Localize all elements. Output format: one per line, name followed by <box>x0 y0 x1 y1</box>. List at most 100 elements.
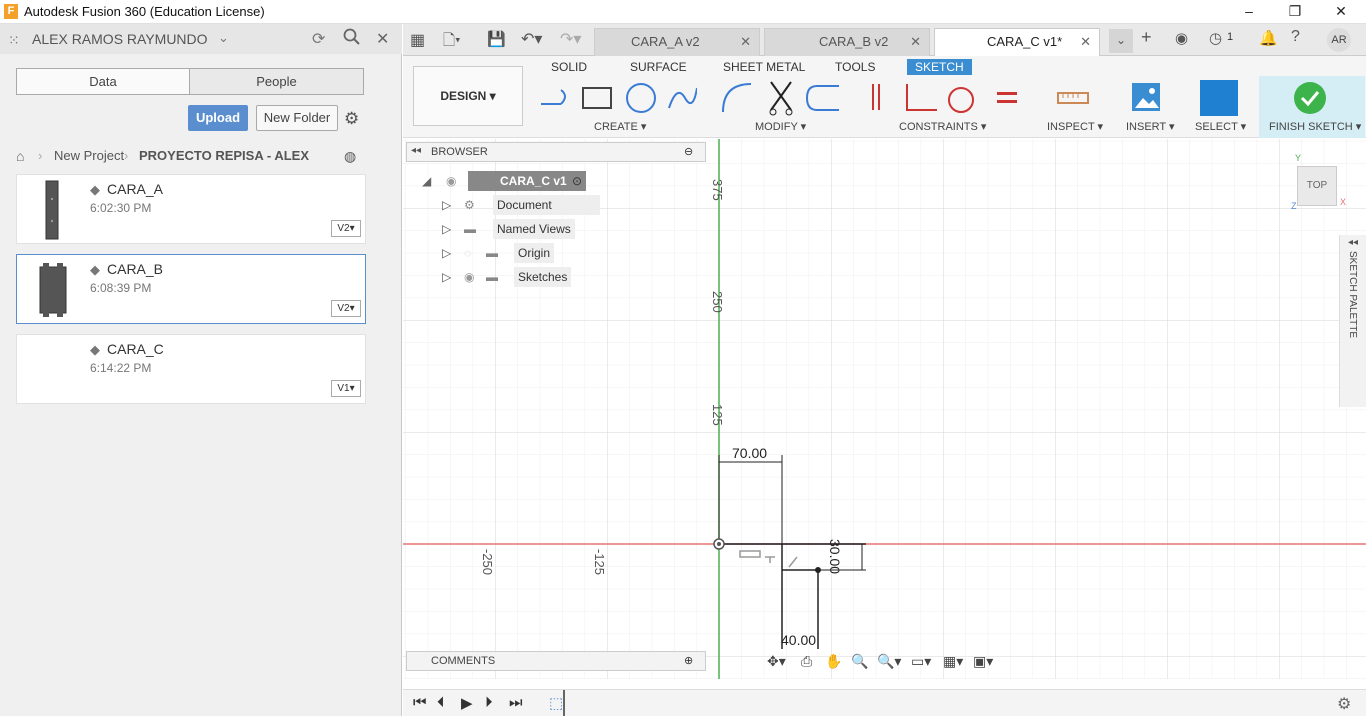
globe-icon[interactable]: ◍ <box>344 148 356 165</box>
viewports-icon[interactable]: ▣▾ <box>973 653 993 670</box>
sketch-feature-icon[interactable]: ⬚ <box>549 694 563 712</box>
tree-expand-icon[interactable]: ▷ <box>442 243 451 263</box>
workspace-switcher[interactable]: DESIGN ▾ <box>413 66 523 126</box>
gear-icon[interactable]: ⚙ <box>344 109 359 129</box>
minimize-button[interactable]: – <box>1226 0 1272 24</box>
grid-settings-icon[interactable]: ▦▾ <box>943 653 963 670</box>
timeline-marker[interactable] <box>563 690 571 716</box>
avatar[interactable]: AR <box>1327 28 1351 52</box>
tab-people[interactable]: People <box>189 68 364 95</box>
user-name[interactable]: ALEX RAMOS RAYMUNDO <box>32 31 208 47</box>
insert-image-icon[interactable] <box>1131 82 1161 112</box>
tree-expand-icon[interactable]: ▷ <box>442 267 451 287</box>
save-icon[interactable]: 💾 <box>487 30 506 48</box>
activate-component-icon[interactable]: ⊙ <box>572 171 582 191</box>
new-tab-icon[interactable]: + <box>1141 27 1152 48</box>
zoom-icon[interactable]: 🔍 <box>851 653 868 670</box>
tree-collapse-icon[interactable]: ◢ <box>422 171 431 191</box>
viewcube[interactable]: TOP <box>1297 166 1337 206</box>
constraint-tools-icons[interactable] <box>865 80 1025 116</box>
file-card-cara-a[interactable]: ◆ CARA_A 6:02:30 PM V2▾ <box>16 174 366 244</box>
add-comment-icon[interactable]: ⊕ <box>684 654 693 667</box>
display-settings-icon[interactable]: ▭▾ <box>911 653 931 670</box>
zoom-window-icon[interactable]: 🔍▾ <box>877 653 901 670</box>
tab-sketch[interactable]: SKETCH <box>907 59 972 75</box>
help-icon[interactable]: ? <box>1291 28 1300 46</box>
apps-grid-icon[interactable]: ⁙ <box>8 32 20 49</box>
modify-tools-icons[interactable] <box>721 80 845 116</box>
tree-expand-icon[interactable]: ▷ <box>442 219 451 239</box>
tree-root-cara-c[interactable]: CARA_C v1 <box>468 171 586 191</box>
select-tool-icon[interactable] <box>1200 80 1238 116</box>
tab-cara-a[interactable]: CARA_A v2 ✕ <box>594 28 760 56</box>
dimension-30[interactable]: 30.00 <box>827 539 843 574</box>
tab-surface[interactable]: SURFACE <box>630 59 687 75</box>
orbit-icon[interactable]: ✥▾ <box>767 653 786 670</box>
version-dropdown[interactable]: V2▾ <box>331 300 361 317</box>
measure-icon[interactable] <box>1057 88 1089 108</box>
version-dropdown[interactable]: V1▾ <box>331 380 361 397</box>
restore-button[interactable]: ❐ <box>1272 0 1318 24</box>
refresh-icon[interactable]: ⟳ <box>312 29 325 49</box>
tree-item-document-settings[interactable]: Document Settings <box>493 195 600 232</box>
hidden-eye-icon[interactable]: ◌ <box>464 243 471 263</box>
create-tools-icons[interactable] <box>537 82 697 114</box>
breadcrumb-folder[interactable]: PROYECTO REPISA - ALEX <box>139 148 309 163</box>
upload-button[interactable]: Upload <box>188 105 248 131</box>
modify-menu[interactable]: MODIFY ▾ <box>755 120 806 133</box>
tree-item-sketches[interactable]: Sketches <box>514 267 572 287</box>
tab-cara-b[interactable]: CARA_B v2 ✕ <box>764 28 930 56</box>
close-tab-icon[interactable]: ✕ <box>910 29 921 55</box>
notifications-icon[interactable]: 🔔 <box>1259 29 1278 47</box>
look-at-icon[interactable]: ⎙ <box>801 653 812 670</box>
tree-expand-icon[interactable]: ▷ <box>442 195 451 215</box>
close-button[interactable]: ✕ <box>1318 0 1364 24</box>
breadcrumb-project[interactable]: New Project <box>54 148 124 163</box>
play-icon[interactable]: ▶ <box>461 694 473 712</box>
close-tab-icon[interactable]: ✕ <box>1080 29 1091 55</box>
go-to-end-icon[interactable]: ⏭ <box>509 694 523 711</box>
search-icon[interactable] <box>343 28 361 51</box>
minimize-browser-icon[interactable]: ⊖ <box>684 145 693 158</box>
undo-icon[interactable]: ↶▾ <box>521 29 542 49</box>
file-card-cara-c[interactable]: ◆ CARA_C 6:14:22 PM V1▾ <box>16 334 366 404</box>
constraints-menu[interactable]: CONSTRAINTS ▾ <box>899 120 986 133</box>
extensions-icon[interactable]: ◉ <box>1175 29 1188 47</box>
collapse-browser-icon[interactable]: ◂◂ <box>411 145 421 156</box>
close-tab-icon[interactable]: ✕ <box>740 29 751 55</box>
step-back-icon[interactable]: ⏴ <box>437 694 445 711</box>
tab-data[interactable]: Data <box>16 68 190 95</box>
sketch-palette-panel[interactable]: ◂◂ SKETCH PALETTE <box>1339 235 1366 407</box>
dimension-40[interactable]: 40.00 <box>781 632 816 648</box>
job-status-icon[interactable]: ◷ <box>1209 29 1222 47</box>
chevron-down-icon[interactable]: ⌄ <box>218 30 229 46</box>
tab-tools[interactable]: TOOLS <box>835 59 875 75</box>
select-menu[interactable]: SELECT ▾ <box>1195 120 1246 133</box>
expand-palette-icon[interactable]: ◂◂ <box>1348 237 1358 248</box>
tab-solid[interactable]: SOLID <box>551 59 587 75</box>
finish-sketch-menu[interactable]: FINISH SKETCH ▾ <box>1269 120 1361 133</box>
close-panel-icon[interactable]: ✕ <box>376 29 389 49</box>
tree-item-origin[interactable]: Origin <box>514 243 555 263</box>
go-to-start-icon[interactable]: ⏮ <box>413 694 427 711</box>
tab-overflow-icon[interactable]: ⌄ <box>1109 29 1133 53</box>
inspect-menu[interactable]: INSPECT ▾ <box>1047 120 1103 133</box>
create-menu[interactable]: CREATE ▾ <box>594 120 646 133</box>
redo-icon[interactable]: ↷▾ <box>560 29 581 49</box>
tab-cara-c[interactable]: CARA_C v1* ✕ <box>934 28 1100 56</box>
timeline-settings-gear-icon[interactable]: ⚙ <box>1337 694 1351 714</box>
apps-grid-icon[interactable]: ▦ <box>410 30 425 50</box>
insert-menu[interactable]: INSERT ▾ <box>1126 120 1175 133</box>
file-menu-icon[interactable]: 🗋▾ <box>443 30 461 55</box>
visibility-eye-icon[interactable]: ◉ <box>446 171 456 191</box>
dimension-70[interactable]: 70.00 <box>732 445 767 461</box>
version-dropdown[interactable]: V2▾ <box>331 220 361 237</box>
file-card-cara-b[interactable]: ◆ CARA_B 6:08:39 PM V2▾ <box>16 254 366 324</box>
home-icon[interactable]: ⌂ <box>16 148 24 164</box>
tree-item-named-views[interactable]: Named Views <box>493 219 575 239</box>
tab-sheet-metal[interactable]: SHEET METAL <box>723 59 805 75</box>
visibility-eye-icon[interactable]: ◉ <box>464 267 474 287</box>
pan-icon[interactable]: ✋ <box>825 653 842 670</box>
step-forward-icon[interactable]: ⏵ <box>485 694 493 711</box>
new-folder-button[interactable]: New Folder <box>256 105 338 131</box>
